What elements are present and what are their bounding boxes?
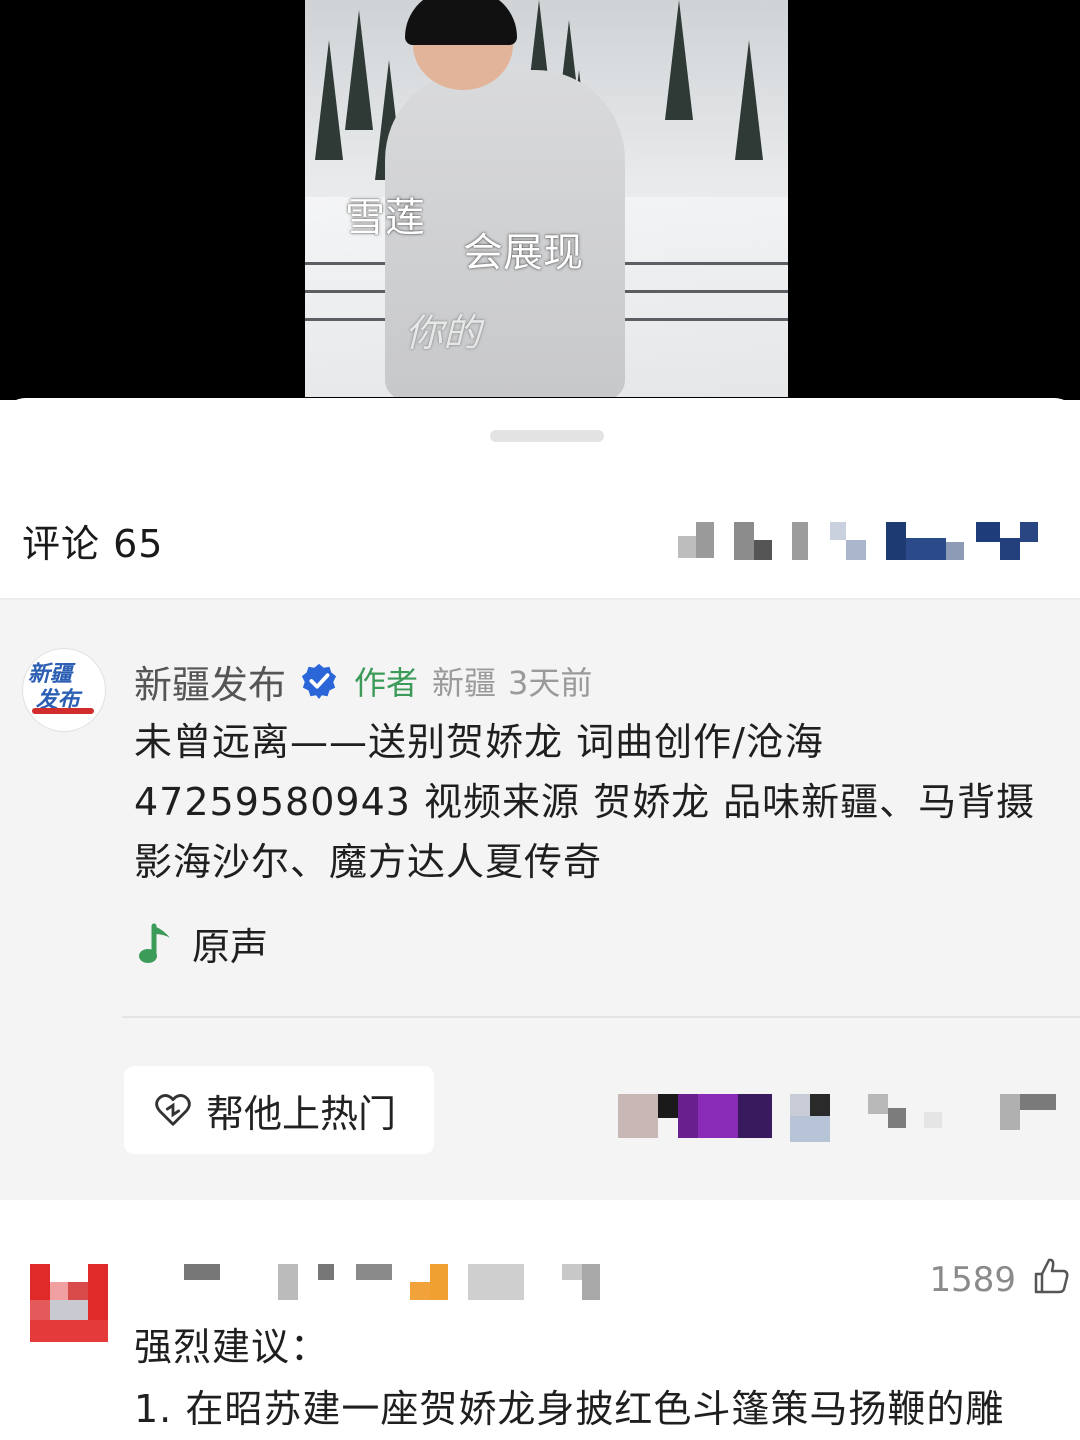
verified-icon: [301, 663, 337, 700]
author-avatar[interactable]: 新疆 发布: [22, 648, 106, 732]
tree: [665, 0, 693, 120]
music-note-icon: [139, 923, 170, 963]
comments-sheet: 评论 65 新疆 发布 新疆发布 作者 新疆 3天前 未曾远离——送别贺娇龙 词…: [0, 398, 1080, 1440]
avatar-logo-text: 新疆 发布: [28, 662, 80, 713]
tree: [345, 10, 373, 130]
tree: [315, 40, 343, 160]
block-divider: [122, 1016, 1080, 1018]
comments-count-title: 评论 65: [22, 522, 164, 566]
video-caption-1: 雪莲: [345, 195, 425, 241]
author-location: 新疆: [432, 664, 497, 702]
comment-text: 强烈建议： 1. 在昭苏建一座贺娇龙身披红色斗篷策马扬鞭的雕: [134, 1325, 1005, 1431]
heart-plus-icon: [155, 1094, 191, 1126]
author-tag: 作者: [354, 664, 419, 702]
post-time: 3天前: [508, 664, 593, 702]
video-player[interactable]: 雪莲 会展现 你的: [305, 0, 788, 397]
thumbs-up-icon[interactable]: [1032, 1256, 1070, 1296]
censored-user-avatar[interactable]: [30, 1264, 108, 1342]
person-hair: [405, 0, 517, 45]
tree: [735, 40, 763, 160]
like-count: 1589: [929, 1260, 1016, 1300]
post-text: 未曾远离——送别贺娇龙 词曲创作/沧海 47259580943 视频来源 贺娇龙…: [134, 720, 1036, 884]
boost-to-trending-button[interactable]: 帮他上热门: [124, 1066, 434, 1154]
avatar-logo-stroke: [32, 708, 94, 714]
author-post: 新疆 发布 新疆发布 作者 新疆 3天前 未曾远离——送别贺娇龙 词曲创作/沧海…: [0, 600, 1080, 1200]
original-sound-label: 原声: [192, 925, 269, 969]
boost-button-label: 帮他上热门: [206, 1091, 397, 1136]
author-name[interactable]: 新疆发布: [134, 654, 286, 709]
drag-handle[interactable]: [490, 430, 604, 442]
original-sound-link[interactable]: 原声: [138, 916, 268, 971]
video-caption-2: 会展现: [463, 230, 583, 276]
video-watermark: 你的: [405, 311, 482, 355]
author-meta: 新疆发布 作者 新疆 3天前: [134, 654, 593, 709]
